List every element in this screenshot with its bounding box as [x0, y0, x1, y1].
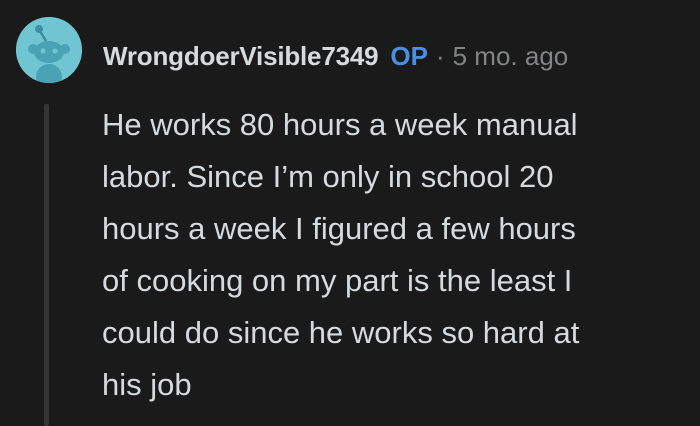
timestamp-link[interactable]: 5 mo. ago	[453, 41, 569, 72]
comment-header: WrongdoerVisible7349 OP · 5 mo. ago	[103, 36, 568, 76]
thread-collapse-line[interactable]	[44, 104, 49, 426]
comment-card: WrongdoerVisible7349 OP · 5 mo. ago He w…	[0, 0, 700, 426]
op-badge: OP	[390, 40, 428, 71]
snoo-avatar-icon	[16, 17, 82, 83]
username-link[interactable]: WrongdoerVisible7349	[103, 41, 379, 72]
comment-body-text: He works 80 hours a week manual labor. S…	[102, 107, 580, 402]
separator-dot: ·	[435, 40, 445, 71]
user-avatar[interactable]	[16, 17, 82, 83]
